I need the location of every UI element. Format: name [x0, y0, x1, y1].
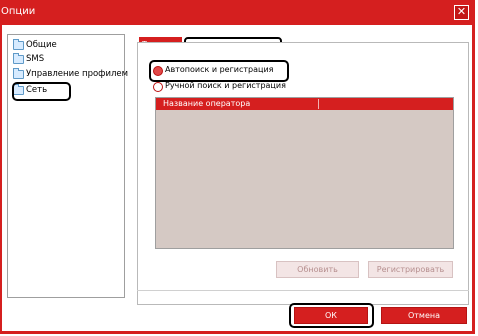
sidebar-item-label: SMS [26, 54, 45, 64]
close-button[interactable]: ✕ [454, 5, 469, 20]
options-window: Опции ✕ Общие SMS Управление профилем Се… [0, 0, 475, 334]
sidebar: Общие SMS Управление профилем Сеть [7, 34, 129, 298]
operator-list-header: Название оператора [156, 98, 453, 110]
footer-divider [137, 290, 469, 291]
cancel-button[interactable]: Отмена [381, 307, 467, 324]
sidebar-item-label: Управление профилем [26, 69, 129, 79]
title-bar: Опции ✕ [0, 0, 475, 24]
register-button[interactable]: Регистрировать [368, 261, 453, 278]
ok-button-highlight [289, 303, 374, 328]
dialog-client-area: Общие SMS Управление профилем Сеть Тип с… [2, 25, 472, 331]
radio-label: Ручной поиск и регистрация [165, 81, 286, 90]
column-operator-name[interactable]: Название оператора [163, 99, 250, 108]
refresh-button[interactable]: Обновить [276, 261, 359, 278]
column-separator [318, 99, 319, 109]
folder-icon [13, 53, 24, 64]
selection-highlight [12, 82, 71, 101]
sidebar-item-label: Общие [26, 40, 57, 50]
operator-list[interactable]: Название оператора [155, 97, 454, 249]
folder-icon [13, 68, 24, 79]
radio-unselected-icon[interactable] [153, 82, 163, 92]
folder-icon [13, 39, 24, 50]
window-title: Опции [1, 6, 36, 17]
radio-selected-icon[interactable] [153, 66, 163, 76]
radio-label: Автопоиск и регистрация [165, 65, 274, 74]
